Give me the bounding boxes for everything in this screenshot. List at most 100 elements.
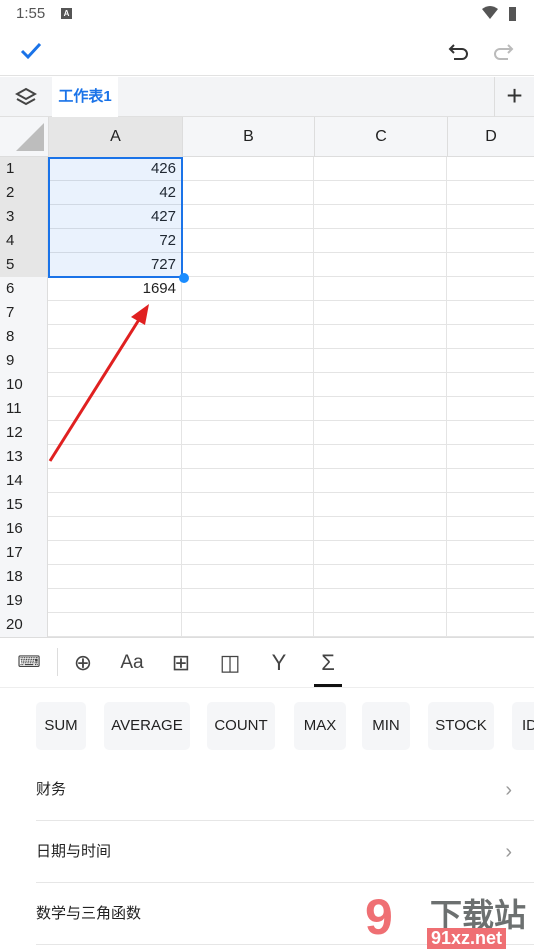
- column-header-c[interactable]: C: [314, 117, 447, 157]
- cell-b10[interactable]: [182, 373, 314, 397]
- cell-b9[interactable]: [182, 349, 314, 373]
- cell-d7[interactable]: [447, 301, 534, 325]
- cell-c14[interactable]: [314, 469, 447, 493]
- row-header[interactable]: 15: [0, 493, 48, 517]
- cell-a15[interactable]: [48, 493, 182, 517]
- tab-sheet1[interactable]: 工作表1: [52, 77, 118, 117]
- function-id-button[interactable]: ID: [512, 702, 534, 750]
- column-header-b[interactable]: B: [182, 117, 314, 157]
- font-icon[interactable]: Aa: [119, 650, 145, 676]
- cell-b1[interactable]: [182, 157, 314, 181]
- cell-d20[interactable]: [447, 613, 534, 637]
- undo-icon[interactable]: [448, 42, 470, 62]
- cell-a14[interactable]: [48, 469, 182, 493]
- cell-b6[interactable]: [182, 277, 314, 301]
- function-sum-button[interactable]: SUM: [36, 702, 86, 750]
- cell-c12[interactable]: [314, 421, 447, 445]
- cell-d10[interactable]: [447, 373, 534, 397]
- row-header[interactable]: 9: [0, 349, 48, 373]
- row-header[interactable]: 14: [0, 469, 48, 493]
- cell-b18[interactable]: [182, 565, 314, 589]
- cell-b16[interactable]: [182, 517, 314, 541]
- selection-range[interactable]: [48, 157, 183, 278]
- cell-c18[interactable]: [314, 565, 447, 589]
- cell-c16[interactable]: [314, 517, 447, 541]
- cell-d5[interactable]: [447, 253, 534, 277]
- row-header[interactable]: 17: [0, 541, 48, 565]
- cell-b3[interactable]: [182, 205, 314, 229]
- row-header[interactable]: 1: [0, 157, 48, 181]
- cell-c2[interactable]: [314, 181, 447, 205]
- cell-d11[interactable]: [447, 397, 534, 421]
- cell-b17[interactable]: [182, 541, 314, 565]
- row-header[interactable]: 5: [0, 253, 48, 277]
- cell-c20[interactable]: [314, 613, 447, 637]
- cell-c9[interactable]: [314, 349, 447, 373]
- cell-b13[interactable]: [182, 445, 314, 469]
- row-header[interactable]: 4: [0, 229, 48, 253]
- cell-a13[interactable]: [48, 445, 182, 469]
- row-header[interactable]: 10: [0, 373, 48, 397]
- cell-b2[interactable]: [182, 181, 314, 205]
- cell-c11[interactable]: [314, 397, 447, 421]
- cell-d18[interactable]: [447, 565, 534, 589]
- row-header[interactable]: 20: [0, 613, 48, 637]
- cell-d17[interactable]: [447, 541, 534, 565]
- cell-d3[interactable]: [447, 205, 534, 229]
- cell-c7[interactable]: [314, 301, 447, 325]
- cell-d16[interactable]: [447, 517, 534, 541]
- cell-d4[interactable]: [447, 229, 534, 253]
- cell-d15[interactable]: [447, 493, 534, 517]
- row-header[interactable]: 3: [0, 205, 48, 229]
- cell-b14[interactable]: [182, 469, 314, 493]
- cell-b19[interactable]: [182, 589, 314, 613]
- cell-d9[interactable]: [447, 349, 534, 373]
- cell-d2[interactable]: [447, 181, 534, 205]
- cell-a20[interactable]: [48, 613, 182, 637]
- row-header[interactable]: 7: [0, 301, 48, 325]
- cell-b11[interactable]: [182, 397, 314, 421]
- row-header[interactable]: 12: [0, 421, 48, 445]
- redo-icon[interactable]: [492, 42, 514, 62]
- cell-c1[interactable]: [314, 157, 447, 181]
- cell-c13[interactable]: [314, 445, 447, 469]
- cell-a12[interactable]: [48, 421, 182, 445]
- cell-b20[interactable]: [182, 613, 314, 637]
- cell-b5[interactable]: [182, 253, 314, 277]
- row-header[interactable]: 13: [0, 445, 48, 469]
- column-header-d[interactable]: D: [447, 117, 534, 157]
- cell-a19[interactable]: [48, 589, 182, 613]
- cell-a9[interactable]: [48, 349, 182, 373]
- cell-c8[interactable]: [314, 325, 447, 349]
- category-finance[interactable]: 财务 ›: [36, 759, 534, 821]
- function-max-button[interactable]: MAX: [294, 702, 346, 750]
- freeze-icon[interactable]: ◫: [217, 650, 243, 676]
- keyboard-icon[interactable]: ⌨: [16, 650, 42, 676]
- cell-d6[interactable]: [447, 277, 534, 301]
- row-header[interactable]: 16: [0, 517, 48, 541]
- cell-d8[interactable]: [447, 325, 534, 349]
- cell-d14[interactable]: [447, 469, 534, 493]
- cell-a11[interactable]: [48, 397, 182, 421]
- row-header[interactable]: 18: [0, 565, 48, 589]
- cell-c15[interactable]: [314, 493, 447, 517]
- function-average-button[interactable]: AVERAGE: [104, 702, 190, 750]
- filter-icon[interactable]: Y: [266, 650, 292, 676]
- row-header[interactable]: 11: [0, 397, 48, 421]
- check-icon[interactable]: [20, 42, 42, 60]
- function-min-button[interactable]: MIN: [362, 702, 410, 750]
- cell-a10[interactable]: [48, 373, 182, 397]
- function-count-button[interactable]: COUNT: [207, 702, 275, 750]
- cell-d12[interactable]: [447, 421, 534, 445]
- cell-b8[interactable]: [182, 325, 314, 349]
- cell-a17[interactable]: [48, 541, 182, 565]
- plus-icon[interactable]: +: [494, 77, 534, 117]
- cell-c3[interactable]: [314, 205, 447, 229]
- cell-c19[interactable]: [314, 589, 447, 613]
- function-stock-button[interactable]: STOCK: [428, 702, 494, 750]
- cell-a6[interactable]: 1694: [48, 277, 182, 301]
- cell-d13[interactable]: [447, 445, 534, 469]
- cell-d1[interactable]: [447, 157, 534, 181]
- select-all-corner[interactable]: [14, 123, 46, 153]
- cell-b15[interactable]: [182, 493, 314, 517]
